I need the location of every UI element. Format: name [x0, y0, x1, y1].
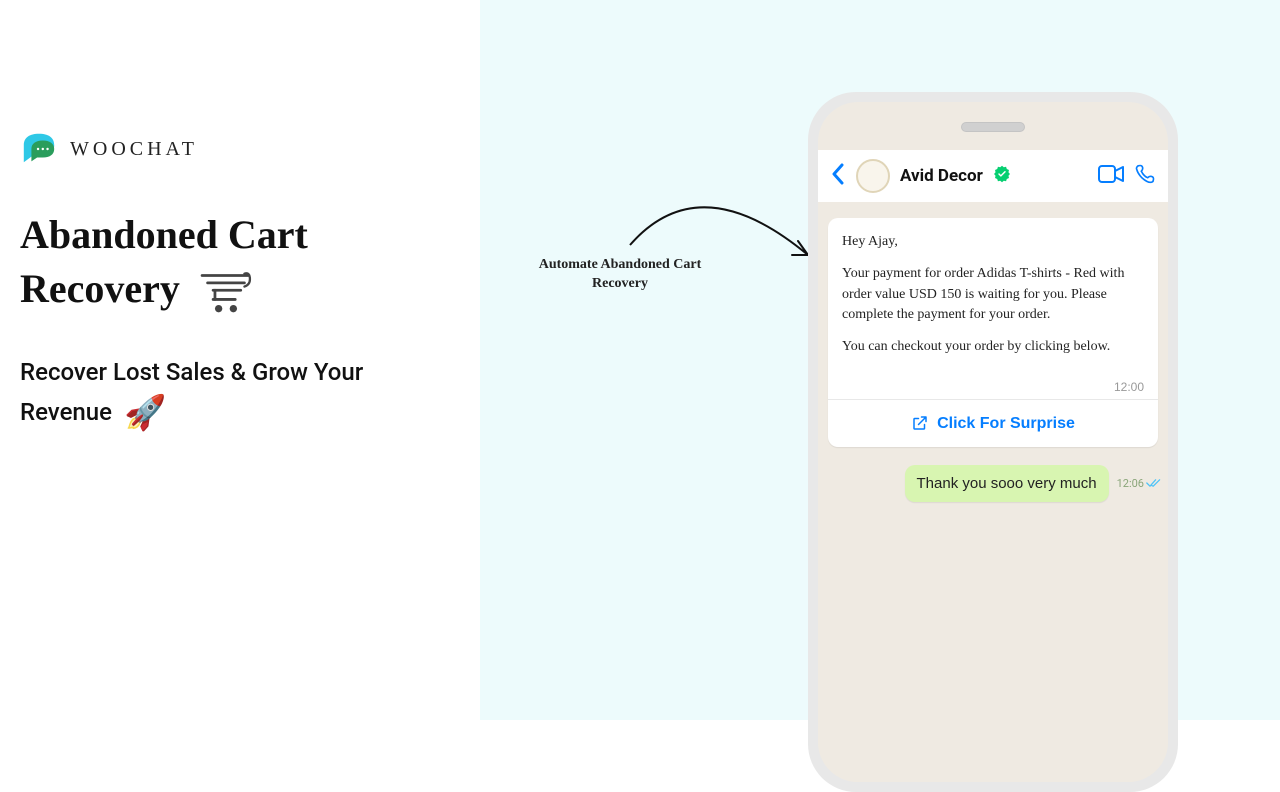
incoming-message: Hey Ajay, Your payment for order Adidas …: [828, 218, 1158, 447]
subtitle: Recover Lost Sales & Grow Your Revenue 🚀: [20, 356, 460, 437]
page-heading: Abandoned Cart Recovery: [20, 208, 460, 316]
chat-header: Avid Decor: [818, 150, 1168, 202]
external-link-icon: [911, 414, 929, 432]
chat-bubble-icon: [20, 130, 58, 168]
reply-meta: 12:06: [1117, 477, 1162, 491]
message-salutation: Hey Ajay,: [842, 232, 1144, 252]
contact-name[interactable]: Avid Decor: [900, 166, 983, 186]
back-icon[interactable]: [830, 163, 846, 189]
arrow-icon: [620, 185, 820, 275]
outgoing-row: Thank you sooo very much 12:06: [828, 465, 1158, 502]
outgoing-message: Thank you sooo very much: [905, 465, 1109, 502]
verified-badge-icon: [993, 165, 1011, 187]
heading-line2: Recovery: [20, 266, 180, 311]
chat-body: Hey Ajay, Your payment for order Adidas …: [818, 202, 1168, 782]
phone-mockup: Avid Decor Hey Ajay, Your payment for or…: [808, 92, 1178, 792]
phone-screen: Avid Decor Hey Ajay, Your payment for or…: [818, 102, 1168, 782]
message-body-2: You can checkout your order by clicking …: [842, 337, 1144, 357]
heading-line1: Abandoned Cart: [20, 212, 308, 257]
contact-avatar[interactable]: [856, 159, 890, 193]
video-call-icon[interactable]: [1098, 165, 1124, 187]
cart-icon: [198, 270, 254, 316]
brand-name: WOOCHAT: [70, 138, 198, 161]
reply-time: 12:06: [1117, 477, 1144, 490]
phone-speaker: [961, 122, 1025, 132]
brand-logo: WOOCHAT: [20, 130, 460, 168]
subtitle-text: Recover Lost Sales & Grow Your Revenue: [20, 358, 363, 426]
message-body-1: Your payment for order Adidas T-shirts -…: [842, 264, 1144, 325]
read-receipt-icon: [1146, 477, 1162, 491]
reply-text: Thank you sooo very much: [917, 475, 1097, 492]
action-label: Click For Surprise: [937, 412, 1075, 435]
message-action-button[interactable]: Click For Surprise: [828, 399, 1158, 447]
left-column: WOOCHAT Abandoned Cart Recovery Recover …: [20, 130, 460, 437]
rocket-icon: 🚀: [124, 393, 166, 433]
phone-call-icon[interactable]: [1134, 163, 1156, 189]
message-time: 12:00: [842, 379, 1144, 396]
